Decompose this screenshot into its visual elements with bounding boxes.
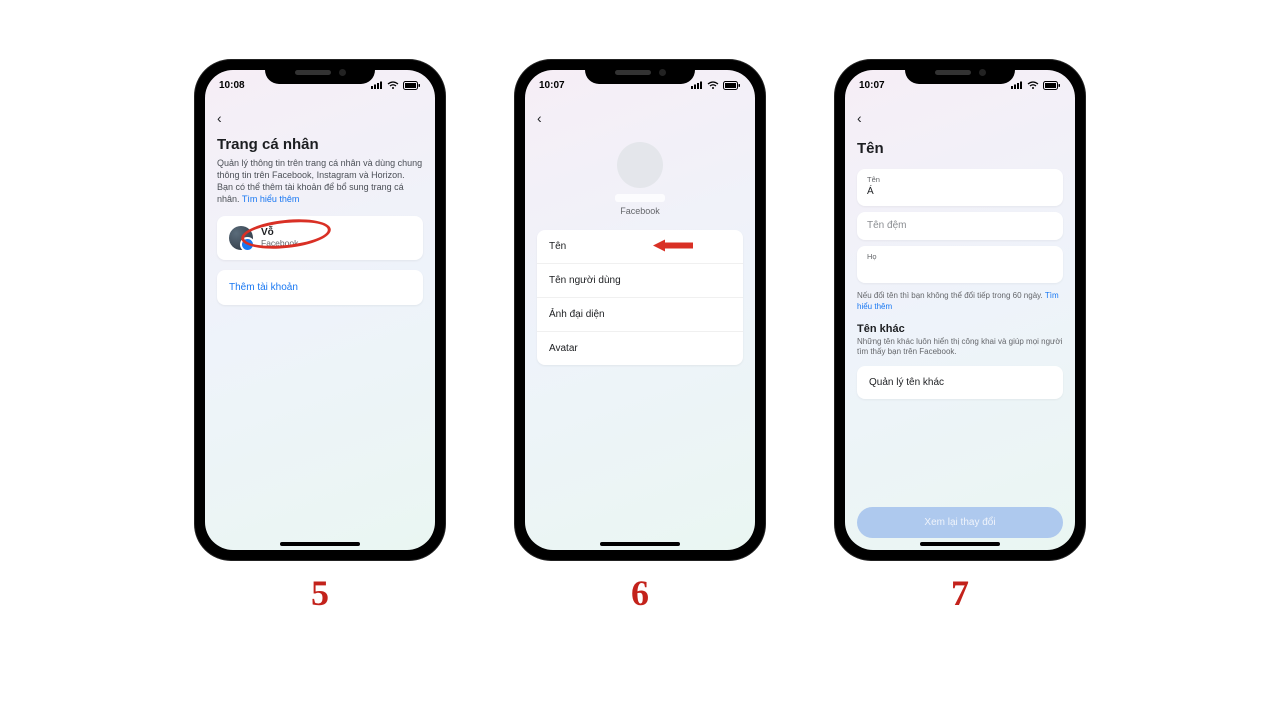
account-platform: Facebook <box>261 238 298 248</box>
screen: 10:08 ‹ Trang cá nhân Quản lý thông tin … <box>205 70 435 550</box>
phone-frame: 10:07 ‹ Facebook <box>515 60 765 560</box>
learn-more-link[interactable]: Tìm hiểu thêm <box>242 194 300 204</box>
settings-list: Tên Tên người dùng Ảnh đại diện Avatar <box>537 230 743 365</box>
battery-icon <box>723 81 741 90</box>
content-area: ‹ Tên Tên Á Tên đệm Họ Nếu đổi tên th <box>845 100 1075 550</box>
home-indicator <box>600 542 680 546</box>
middlename-field[interactable]: Tên đệm <box>857 212 1063 240</box>
wifi-icon <box>387 81 399 89</box>
avatar <box>229 226 253 250</box>
status-icons <box>371 81 421 90</box>
phone-frame: 10:07 ‹ Tên Tên Á Tên đệm <box>835 60 1085 560</box>
wifi-icon <box>707 81 719 89</box>
profile-platform: Facebook <box>620 206 660 216</box>
battery-icon <box>1043 81 1061 90</box>
middlename-placeholder: Tên đệm <box>867 220 1053 232</box>
home-indicator <box>920 542 1000 546</box>
account-name: Vỗ <box>261 227 298 238</box>
screen: 10:07 ‹ Facebook <box>525 70 755 550</box>
page-title: Trang cá nhân <box>217 136 423 153</box>
status-bar: 10:07 <box>525 70 755 100</box>
screen: 10:07 ‹ Tên Tên Á Tên đệm <box>845 70 1075 550</box>
lastname-label: Họ <box>867 252 1053 261</box>
profile-avatar <box>617 142 663 188</box>
firstname-label: Tên <box>867 175 1053 184</box>
signal-icon <box>1011 81 1023 89</box>
account-card: Vỗ Facebook <box>217 216 423 260</box>
status-time: 10:07 <box>539 80 565 91</box>
add-account-card: Thêm tài khoản <box>217 270 423 305</box>
page-title: Tên <box>857 140 1063 157</box>
add-account-button[interactable]: Thêm tài khoản <box>217 270 423 305</box>
profile-name-redacted <box>615 194 665 202</box>
status-icons <box>1011 81 1061 90</box>
status-bar: 10:08 <box>205 70 435 100</box>
back-button[interactable]: ‹ <box>217 106 423 130</box>
phone-frame: 10:08 ‹ Trang cá nhân Quản lý thông tin … <box>195 60 445 560</box>
content-area: ‹ Trang cá nhân Quản lý thông tin trên t… <box>205 100 435 550</box>
signal-icon <box>371 81 383 89</box>
status-time: 10:08 <box>219 80 245 91</box>
list-item-avatar[interactable]: Avatar <box>537 332 743 365</box>
step-number: 6 <box>631 572 649 614</box>
annotation-arrow-icon <box>653 238 693 255</box>
content-area: ‹ Facebook Tên Tên người dùng <box>525 100 755 550</box>
back-button[interactable]: ‹ <box>857 106 1063 130</box>
manage-other-names-button[interactable]: Quản lý tên khác <box>857 366 1063 399</box>
step-number: 5 <box>311 572 329 614</box>
lastname-value <box>867 263 1053 275</box>
lastname-field[interactable]: Họ <box>857 246 1063 283</box>
account-item[interactable]: Vỗ Facebook <box>217 216 423 260</box>
review-changes-button[interactable]: Xem lại thay đổi <box>857 507 1063 538</box>
wifi-icon <box>1027 81 1039 89</box>
firstname-field[interactable]: Tên Á <box>857 169 1063 206</box>
status-bar: 10:07 <box>845 70 1075 100</box>
step-5-column: 10:08 ‹ Trang cá nhân Quản lý thông tin … <box>195 60 445 614</box>
status-icons <box>691 81 741 90</box>
profile-header: Facebook <box>537 142 743 216</box>
step-7-column: 10:07 ‹ Tên Tên Á Tên đệm <box>835 60 1085 614</box>
list-item-name[interactable]: Tên <box>537 230 743 264</box>
step-6-column: 10:07 ‹ Facebook <box>515 60 765 614</box>
back-button[interactable]: ‹ <box>537 106 743 130</box>
list-item-username[interactable]: Tên người dùng <box>537 264 743 298</box>
list-item-profile-picture[interactable]: Ảnh đại diện <box>537 298 743 332</box>
firstname-value: Á <box>867 186 1053 198</box>
signal-icon <box>691 81 703 89</box>
name-change-note: Nếu đổi tên thì bạn không thể đổi tiếp t… <box>857 291 1063 313</box>
status-time: 10:07 <box>859 80 885 91</box>
battery-icon <box>403 81 421 90</box>
phone-row: 10:08 ‹ Trang cá nhân Quản lý thông tin … <box>195 60 1085 614</box>
other-names-title: Tên khác <box>857 323 1063 335</box>
other-names-subtitle: Những tên khác luôn hiển thị công khai v… <box>857 337 1063 359</box>
step-number: 7 <box>951 572 969 614</box>
home-indicator <box>280 542 360 546</box>
page-description: Quản lý thông tin trên trang cá nhân và … <box>217 157 423 206</box>
